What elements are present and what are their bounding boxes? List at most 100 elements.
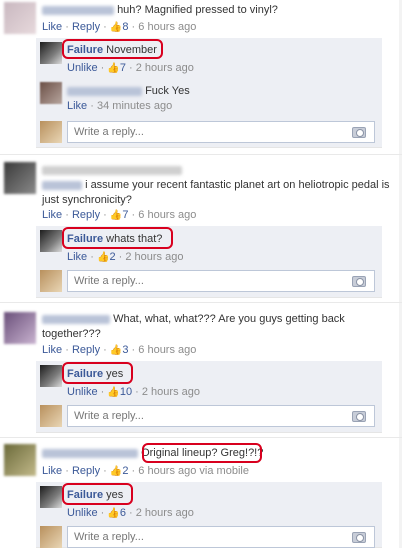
commenter-name-redacted[interactable]	[42, 314, 110, 324]
like-link[interactable]: Like	[67, 251, 87, 263]
comment-meta: Like · Reply · 👍3 · 6 hours ago	[42, 344, 197, 356]
separator	[0, 302, 402, 303]
reply-text: Fuck Yes	[145, 85, 190, 97]
like-link[interactable]: Like	[42, 465, 62, 477]
comment-meta: Like · Reply · 👍2 · 6 hours ago via mobi…	[42, 465, 249, 477]
reply-meta: Unlike · 👍6 · 2 hours ago	[67, 507, 194, 519]
red-highlight-box	[62, 362, 133, 384]
like-count[interactable]: 7	[122, 209, 128, 221]
like-count[interactable]: 3	[122, 344, 128, 356]
commenter-avatar[interactable]	[4, 312, 36, 344]
commenter-name-redacted[interactable]	[42, 180, 82, 190]
write-reply-placeholder: Write a reply...	[74, 275, 144, 287]
comment-text: huh? Magnified pressed to vinyl?	[117, 4, 278, 16]
camera-icon[interactable]	[352, 411, 366, 422]
thumbs-up-icon[interactable]: 👍	[110, 345, 122, 356]
like-count[interactable]: 2	[109, 251, 115, 263]
thumbs-up-icon[interactable]: 👍	[110, 466, 122, 477]
red-highlight-box	[62, 227, 173, 249]
reply-link[interactable]: Reply	[72, 21, 100, 33]
unlike-link[interactable]: Unlike	[67, 507, 98, 519]
like-count[interactable]: 8	[122, 21, 128, 33]
thumbs-up-icon[interactable]: 👍	[110, 22, 122, 33]
reply-meta: Like · 34 minutes ago	[67, 100, 173, 112]
commenter-avatar[interactable]	[4, 444, 36, 476]
comment-thread: i assume your recent fantastic planet ar…	[0, 158, 402, 298]
like-link[interactable]: Like	[42, 21, 62, 33]
camera-icon[interactable]	[352, 532, 366, 543]
reply-link[interactable]: Reply	[72, 344, 100, 356]
replier-name-redacted[interactable]	[67, 86, 142, 96]
reply-list: Failure yes Unlike · 👍10 · 2 hours ago W…	[36, 361, 382, 433]
like-count[interactable]: 6	[120, 507, 126, 519]
my-avatar	[40, 405, 62, 427]
comment-thread: Original lineup? Greg!?!? Like · Reply ·…	[0, 440, 402, 548]
write-reply-placeholder: Write a reply...	[74, 531, 144, 543]
write-reply-input[interactable]: Write a reply...	[67, 121, 375, 143]
commenter-avatar[interactable]	[4, 162, 36, 194]
comment-time[interactable]: 6 hours ago	[138, 344, 196, 356]
page-avatar[interactable]	[40, 230, 62, 252]
red-highlight-box	[142, 443, 262, 463]
reply-time[interactable]: 2 hours ago	[142, 386, 200, 398]
commenter-name-redacted[interactable]	[42, 5, 114, 15]
reply-time[interactable]: 2 hours ago	[125, 251, 183, 263]
my-avatar	[40, 270, 62, 292]
write-reply-input[interactable]: Write a reply...	[67, 405, 375, 427]
unlike-link[interactable]: Unlike	[67, 386, 98, 398]
page-avatar[interactable]	[40, 486, 62, 508]
commenter-avatar[interactable]	[4, 2, 36, 34]
page-avatar[interactable]	[40, 365, 62, 387]
camera-icon[interactable]	[352, 276, 366, 287]
comment-body: What, what, what??? Are you guys getting…	[42, 312, 394, 342]
thumbs-up-icon[interactable]: 👍	[107, 63, 119, 74]
write-reply-placeholder: Write a reply...	[74, 410, 144, 422]
thumbs-up-icon[interactable]: 👍	[110, 210, 122, 221]
like-link[interactable]: Like	[42, 344, 62, 356]
thumbs-up-icon[interactable]: 👍	[107, 508, 119, 519]
write-reply-placeholder: Write a reply...	[74, 126, 144, 138]
reply-link[interactable]: Reply	[72, 209, 100, 221]
my-avatar	[40, 121, 62, 143]
write-reply-input[interactable]: Write a reply...	[67, 526, 375, 548]
separator	[0, 154, 402, 155]
comment-body: i assume your recent fantastic planet ar…	[42, 163, 394, 208]
reply-body: Fuck Yes	[67, 84, 190, 98]
thumbs-up-icon[interactable]: 👍	[107, 387, 119, 398]
comment-meta: Like · Reply · 👍7 · 6 hours ago	[42, 209, 197, 221]
comment-body: huh? Magnified pressed to vinyl?	[42, 3, 394, 18]
write-reply-input[interactable]: Write a reply...	[67, 270, 375, 292]
commenter-name-redacted[interactable]	[42, 165, 182, 175]
like-link[interactable]: Like	[67, 100, 87, 112]
comment-thread: huh? Magnified pressed to vinyl? Like · …	[0, 0, 402, 150]
reply-meta: Unlike · 👍7 · 2 hours ago	[67, 62, 194, 74]
comment-time[interactable]: 6 hours ago	[138, 209, 196, 221]
reply-list: Failure whats that? Like · 👍2 · 2 hours …	[36, 226, 382, 298]
reply-meta: Unlike · 👍10 · 2 hours ago	[67, 386, 200, 398]
comment-time[interactable]: 6 hours ago via mobile	[138, 465, 249, 477]
thumbs-up-icon[interactable]: 👍	[97, 252, 109, 263]
reply-time[interactable]: 34 minutes ago	[97, 100, 172, 112]
replier-avatar[interactable]	[40, 82, 62, 104]
page-avatar[interactable]	[40, 42, 62, 64]
my-avatar	[40, 526, 62, 548]
red-highlight-box	[62, 483, 133, 505]
unlike-link[interactable]: Unlike	[67, 62, 98, 74]
comment-text: i assume your recent fantastic planet ar…	[42, 179, 390, 206]
separator	[0, 437, 402, 438]
comment-meta: Like · Reply · 👍8 · 6 hours ago	[42, 21, 197, 33]
reply-time[interactable]: 2 hours ago	[136, 507, 194, 519]
like-count[interactable]: 2	[122, 465, 128, 477]
reply-list: Failure November Unlike · 👍7 · 2 hours a…	[36, 38, 382, 148]
comment-time[interactable]: 6 hours ago	[138, 21, 196, 33]
reply-time[interactable]: 2 hours ago	[136, 62, 194, 74]
red-highlight-box	[62, 39, 163, 59]
commenter-name-redacted[interactable]	[42, 448, 138, 458]
like-count[interactable]: 10	[120, 386, 132, 398]
camera-icon[interactable]	[352, 127, 366, 138]
reply-link[interactable]: Reply	[72, 465, 100, 477]
reply-list: Failure yes Unlike · 👍6 · 2 hours ago Wr…	[36, 482, 382, 548]
like-count[interactable]: 7	[120, 62, 126, 74]
like-link[interactable]: Like	[42, 209, 62, 221]
comment-thread: What, what, what??? Are you guys getting…	[0, 308, 402, 433]
